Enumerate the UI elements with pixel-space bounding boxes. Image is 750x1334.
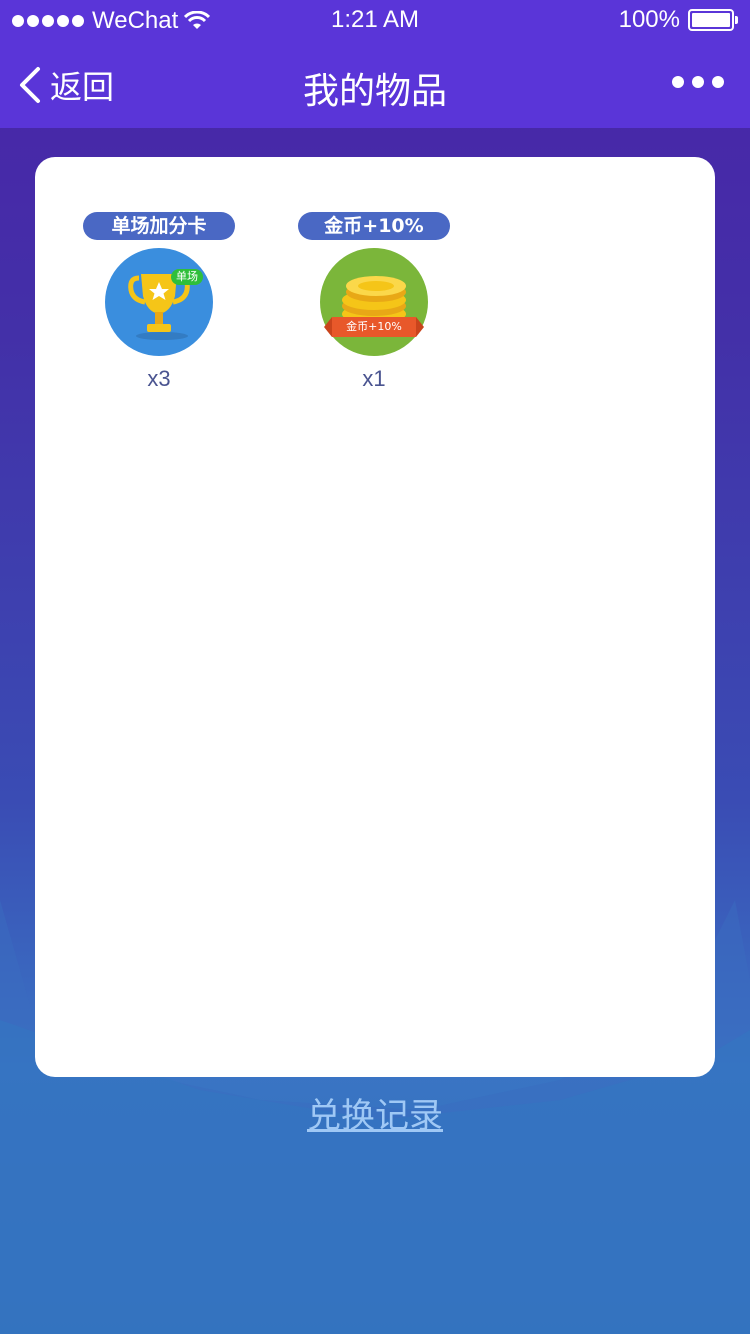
status-bar: WeChat 1:21 AM 100% <box>0 0 750 40</box>
item-tag: 单场加分卡 <box>83 212 235 240</box>
trophy-icon: 单场 <box>105 248 213 356</box>
navigation-bar: 返回 我的物品 <box>0 40 750 128</box>
item-count: x1 <box>362 366 386 391</box>
item-tag: 金币+10% <box>298 212 450 240</box>
item-count: x3 <box>147 366 171 391</box>
more-dot-icon <box>712 76 724 88</box>
item-icon-badge: 单场 <box>171 269 203 285</box>
more-options-button[interactable] <box>672 76 724 88</box>
more-dot-icon <box>692 76 704 88</box>
gold-coins-icon: 金币+10% <box>320 248 428 356</box>
status-right: 100% <box>618 6 738 34</box>
battery-icon <box>688 9 738 31</box>
item-coin-bonus[interactable]: 金币+10% 金币+10% x1 <box>298 212 450 392</box>
battery-percent: 100% <box>618 6 680 33</box>
item-score-card[interactable]: 单场加分卡 单场 x3 <box>83 212 235 392</box>
items-card: 单场加分卡 单场 x3 金币+10% 金币+10% x1 <box>35 157 715 1077</box>
exchange-history-link[interactable]: 兑换记录 <box>0 1088 750 1137</box>
item-icon-ribbon: 金币+10% <box>324 317 424 337</box>
more-dot-icon <box>672 76 684 88</box>
page-title: 我的物品 <box>302 71 447 112</box>
